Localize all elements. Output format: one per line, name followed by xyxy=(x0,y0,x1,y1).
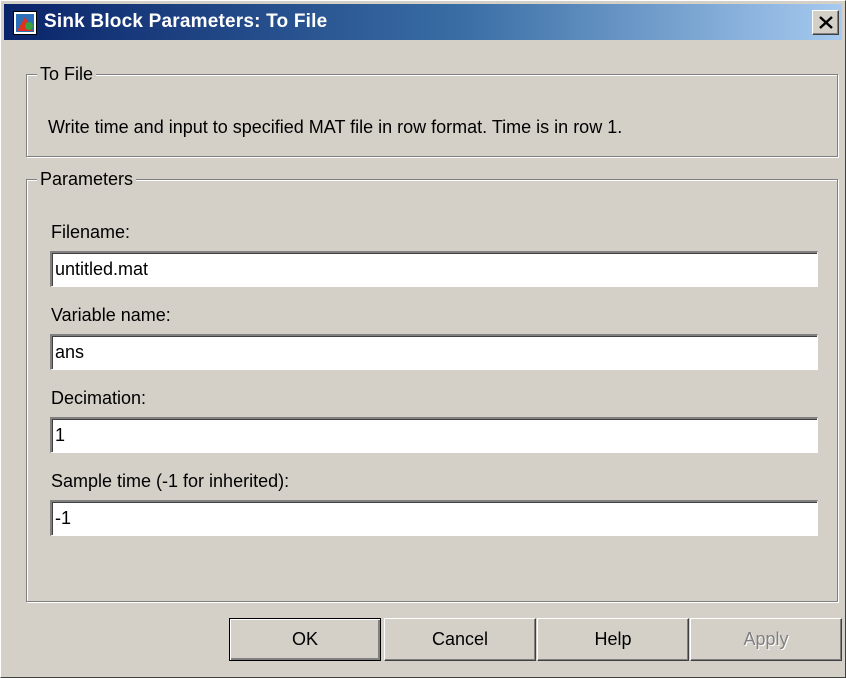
variable-name-field[interactable]: ans xyxy=(50,334,818,370)
ok-button[interactable]: OK xyxy=(229,618,381,661)
variable-name-label: Variable name: xyxy=(51,305,171,325)
cancel-button[interactable]: Cancel xyxy=(384,618,536,661)
block-group-legend: To File xyxy=(37,63,97,85)
decimation-label: Decimation: xyxy=(51,388,147,408)
block-description: Write time and input to specified MAT fi… xyxy=(48,117,623,137)
title-bar[interactable]: Sink Block Parameters: To File xyxy=(4,4,842,40)
close-icon xyxy=(819,16,833,29)
dialog-window: Sink Block Parameters: To File To File W… xyxy=(0,0,846,678)
close-button[interactable] xyxy=(812,10,839,35)
decimation-field[interactable]: 1 xyxy=(50,417,818,453)
filename-field[interactable]: untitled.mat xyxy=(50,251,818,287)
apply-button[interactable]: Apply xyxy=(690,618,842,661)
window-title: Sink Block Parameters: To File xyxy=(44,11,328,32)
parameters-legend: Parameters xyxy=(37,168,137,190)
block-description-group: To File Write time and input to specifie… xyxy=(26,63,838,157)
filename-label: Filename: xyxy=(51,222,131,242)
parameters-group: Parameters Filename: untitled.mat Variab… xyxy=(26,168,838,602)
simulink-block-icon xyxy=(13,11,37,35)
help-button[interactable]: Help xyxy=(537,618,689,661)
sample-time-field[interactable]: -1 xyxy=(50,500,818,536)
sample-time-label: Sample time (-1 for inherited): xyxy=(51,471,290,491)
